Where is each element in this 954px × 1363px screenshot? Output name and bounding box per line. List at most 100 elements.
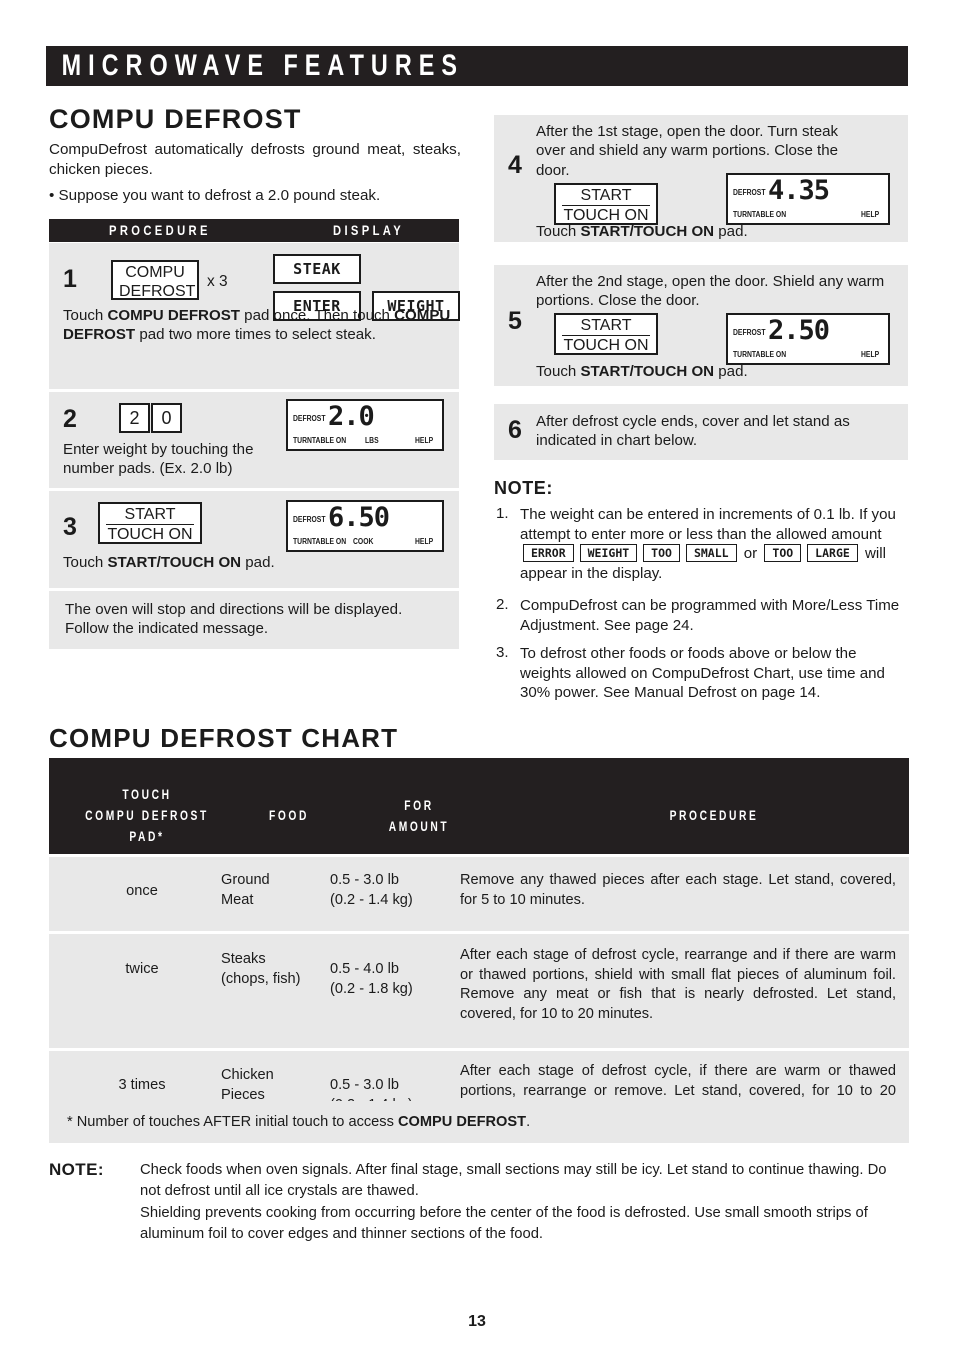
procedure-step-3: 3 START TOUCH ON DEFROST 6.50 TURNTABLE … xyxy=(49,491,459,588)
lcd-panel-step4: DEFROST 4.35 TURNTABLE ON HELP xyxy=(726,173,890,225)
note-number: 1. xyxy=(496,505,509,522)
step-description: Touch COMPU DEFROST pad once. Then touch… xyxy=(63,306,455,345)
cell-procedure: After each stage of defrost cycle, rearr… xyxy=(460,947,896,1022)
pad-label-line2: TOUCH ON xyxy=(107,526,193,543)
note-item-3: To defrost other foods or foods above or… xyxy=(520,645,885,702)
step-number: 5 xyxy=(508,307,522,335)
cell-touches: twice xyxy=(125,961,159,977)
step3-text-run-2: pad. xyxy=(241,554,275,571)
panel-status-row: TURNTABLE ON HELP xyxy=(728,350,888,361)
procedure-step-1: 1 COMPU DEFROST x 3 STEAK ENTER WEIGHT T… xyxy=(49,243,460,389)
step1-text-run-2: pad once. Then touch xyxy=(239,307,395,324)
start-touch-on-pad[interactable]: START TOUCH ON xyxy=(554,183,658,225)
bottom-note-para-2: Shielding prevents cooking from occurrin… xyxy=(140,1205,868,1242)
panel-turntable-label: TURNTABLE ON xyxy=(293,537,347,546)
amount-line-1: 0.5 - 3.0 lb xyxy=(330,872,399,888)
note-lcd-box-weight: WEIGHT xyxy=(579,544,638,563)
note-lcd-box-large: LARGE xyxy=(807,544,858,563)
step5-text-run-1: START/TOUCH ON xyxy=(580,363,715,380)
manual-page: MICROWAVE FEATURES COMPU DEFROST CompuDe… xyxy=(0,0,954,1363)
step-number: 2 xyxy=(63,405,77,433)
panel-status-row: TURNTABLE ON COOK HELP xyxy=(288,537,442,548)
cell-touches: once xyxy=(126,883,158,899)
header-line-1: FOR xyxy=(404,798,434,813)
panel-help-label: HELP xyxy=(860,350,879,359)
pad-multiplier: x 3 xyxy=(207,273,228,290)
step-number: 1 xyxy=(63,265,77,293)
panel-defrost-label: DEFROST xyxy=(733,188,766,197)
pad-label-line1: START xyxy=(562,186,650,206)
step-lead-text: After the 2nd stage, open the door. Shie… xyxy=(536,273,885,310)
start-touch-on-pad[interactable]: START TOUCH ON xyxy=(554,313,658,355)
oven-stop-message: The oven will stop and directions will b… xyxy=(49,591,459,649)
bottom-note-label: NOTE: xyxy=(49,1160,104,1179)
lcd-panel-step5: DEFROST 2.50 TURNTABLE ON HELP xyxy=(726,313,890,365)
notes-heading: NOTE: xyxy=(494,478,553,498)
chart-row: twice Steaks (chops, fish) 0.5 - 4.0 lb … xyxy=(49,931,909,1048)
step-lead-text: After the 1st stage, open the door. Turn… xyxy=(536,123,839,179)
banner-title: MICROWAVE FEATURES xyxy=(61,49,465,82)
chart-title: COMPU DEFROST CHART xyxy=(49,723,399,753)
footnote-text-run-1: COMPU DEFROST xyxy=(397,1114,527,1130)
panel-help-label: HELP xyxy=(414,537,433,546)
note-lcd-box-too: TOO xyxy=(764,544,802,563)
bottom-note-para-1: Check foods when oven signals. After fin… xyxy=(140,1162,887,1199)
panel-defrost-label: DEFROST xyxy=(293,515,326,524)
amount-line-2: (0.2 - 1.8 kg) xyxy=(330,980,413,997)
start-touch-on-pad[interactable]: START TOUCH ON xyxy=(98,502,202,544)
panel-status-row: TURNTABLE ON LBS HELP xyxy=(288,436,442,447)
procedure-table-header: PROCEDURE DISPLAY xyxy=(49,219,459,242)
panel-turntable-label: TURNTABLE ON xyxy=(293,436,347,445)
amount-line-2: (0.2 - 1.4 kg) xyxy=(330,891,413,908)
step-description: Touch START/TOUCH ON pad. xyxy=(63,553,443,572)
panel-defrost-label: DEFROST xyxy=(293,414,326,423)
step-number: 6 xyxy=(508,416,522,444)
stop-message-text: The oven will stop and directions will b… xyxy=(65,601,403,638)
chart-header-row: TOUCH COMPU DEFROST PAD* FOOD FOR AMOUNT… xyxy=(49,758,909,854)
panel-status-row: TURNTABLE ON HELP xyxy=(728,210,888,221)
panel-turntable-label: TURNTABLE ON xyxy=(733,350,787,359)
note-item-2: CompuDefrost can be programmed with More… xyxy=(520,597,900,634)
step5-text-run-0: Touch xyxy=(536,363,581,380)
number-pad-0[interactable]: 0 xyxy=(151,403,182,433)
cell-amount: 0.5 - 3.0 lb (0.2 - 1.4 kg) xyxy=(330,871,460,910)
step1-text-run-0: Touch xyxy=(63,307,108,324)
procedure-step-4: 4 After the 1st stage, open the door. Tu… xyxy=(494,115,908,242)
footnote-text-run-0: * Number of touches AFTER initial touch … xyxy=(67,1114,398,1130)
footnote-text-run-2: . xyxy=(526,1114,531,1130)
cell-touches: 3 times xyxy=(118,1077,166,1093)
step1-text-run-1: COMPU DEFROST xyxy=(107,307,240,324)
chart-row: once Ground Meat 0.5 - 3.0 lb (0.2 - 1.4… xyxy=(49,854,909,931)
compu-defrost-pad[interactable]: COMPU DEFROST xyxy=(111,260,199,300)
chart-header-amount: FOR AMOUNT xyxy=(339,795,499,837)
panel-unit-label: LBS xyxy=(365,436,379,445)
panel-turntable-label: TURNTABLE ON xyxy=(733,210,787,219)
section-bullet: • Suppose you want to defrost a 2.0 poun… xyxy=(49,187,381,204)
step-number: 3 xyxy=(63,513,77,541)
chart-header-touch-pad: TOUCH COMPU DEFROST PAD* xyxy=(56,784,238,847)
header-line-1: TOUCH xyxy=(122,787,172,802)
display-box-steak: STEAK xyxy=(273,254,361,284)
note-lcd-box-error: ERROR xyxy=(523,544,574,563)
amount-line-1: 0.5 - 3.0 lb xyxy=(330,1077,399,1093)
panel-defrost-label: DEFROST xyxy=(733,328,766,337)
step4-text-run-0: Touch xyxy=(536,223,581,240)
chart-footnote: * Number of touches AFTER initial touch … xyxy=(49,1101,909,1143)
step-lead-text: After defrost cycle ends, cover and let … xyxy=(536,413,850,450)
step-description: Touch START/TOUCH ON pad. xyxy=(536,362,886,381)
panel-value: 2.0 xyxy=(328,401,375,432)
step1-text-run-4: pad two more times to select steak. xyxy=(135,326,376,344)
step4-text-run-1: START/TOUCH ON xyxy=(580,223,715,240)
header-line-2: COMPU DEFROST xyxy=(85,808,209,823)
note-item-1: The weight can be entered in increments … xyxy=(520,505,910,583)
header-line-3: PAD* xyxy=(129,829,165,844)
food-line-2: (chops, fish) xyxy=(221,970,301,987)
pad-label-line1: START xyxy=(106,505,194,525)
number-pad-2[interactable]: 2 xyxy=(119,403,150,433)
food-line-1: Steaks xyxy=(221,951,266,967)
food-line-1: Ground xyxy=(221,872,270,888)
step-number: 4 xyxy=(508,151,522,179)
header-procedure: PROCEDURE xyxy=(109,222,211,238)
procedure-step-5: 5 After the 2nd stage, open the door. Sh… xyxy=(494,265,908,386)
cell-food: Steaks (chops, fish) xyxy=(221,950,336,989)
